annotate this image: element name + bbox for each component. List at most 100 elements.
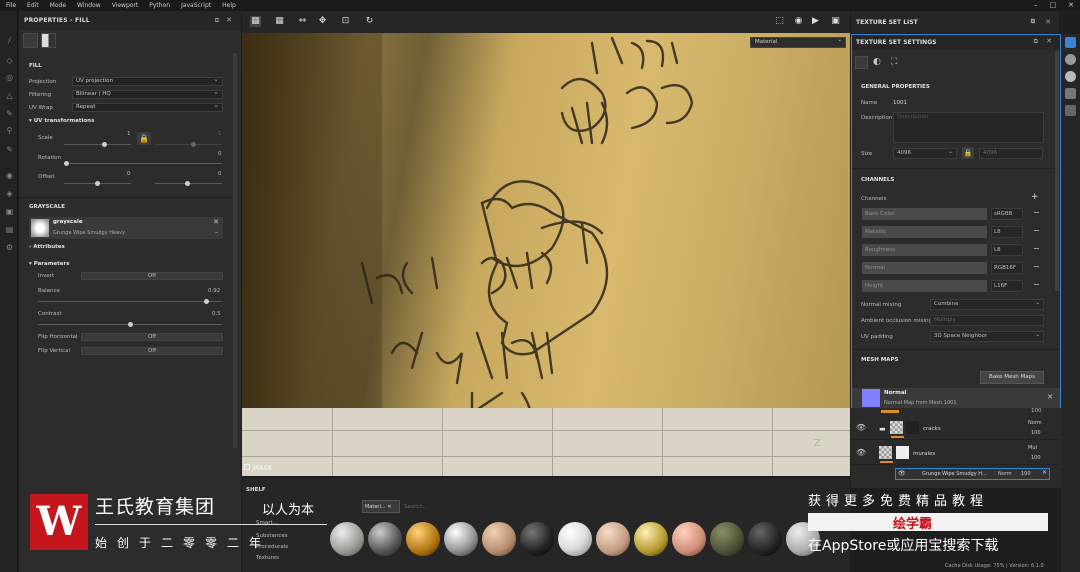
remove-channel-icon[interactable]: −	[1033, 226, 1040, 235]
frame-icon[interactable]: ⊡	[340, 16, 351, 27]
channel-format[interactable]: sRGB8	[991, 208, 1023, 220]
paint-brush-icon[interactable]: /	[5, 36, 14, 45]
normal-mixing-select[interactable]: Combine ⌄	[930, 299, 1044, 310]
geometry-mask-icon[interactable]: △	[5, 91, 14, 100]
projection-select[interactable]: UV projection	[72, 76, 223, 86]
material-thumbnail[interactable]	[558, 522, 592, 556]
invert-toggle[interactable]: Off	[81, 272, 223, 280]
remove-resource-icon[interactable]: ✕	[213, 218, 219, 226]
material-thumbnail[interactable]	[482, 522, 516, 556]
projection-icon[interactable]: ◎	[5, 73, 14, 82]
remove-mesh-map-icon[interactable]: ✕	[1047, 393, 1053, 401]
channel-name[interactable]: Height	[862, 280, 987, 292]
remove-channel-icon[interactable]: −	[1033, 280, 1040, 289]
channel-format[interactable]: L16F	[991, 280, 1023, 292]
history-icon[interactable]: ↻	[364, 16, 375, 27]
menu-window[interactable]: Window	[77, 2, 101, 9]
selection-mode-icon[interactable]: ⬚	[774, 16, 785, 27]
float-tsl-icon[interactable]: ⧉	[1031, 18, 1035, 26]
polygon-fill-icon[interactable]: ◉	[5, 171, 14, 180]
viewport-3d[interactable]: Material ⌄ Z ‹	[242, 33, 850, 476]
channel-format[interactable]: L8	[991, 244, 1023, 256]
material-thumbnail[interactable]	[672, 522, 706, 556]
material-thumbnail[interactable]	[406, 522, 440, 556]
close-tss-icon[interactable]: ✕	[1046, 37, 1052, 45]
properties-scrollbar[interactable]	[233, 53, 237, 448]
parameters-header[interactable]: ▾ Parameters	[29, 261, 70, 267]
tab-uv-icon[interactable]: ⛶	[891, 57, 897, 67]
menu-edit[interactable]: Edit	[27, 2, 39, 9]
size-lock-icon[interactable]: 🔒	[962, 147, 974, 159]
eraser-icon[interactable]: ◇	[5, 56, 14, 65]
layer-opacity[interactable]: 100	[1031, 455, 1041, 461]
menu-help[interactable]: Help	[222, 2, 236, 9]
float-icon[interactable]: ⧉	[215, 17, 219, 25]
texture-set-settings-icon[interactable]	[1065, 37, 1076, 48]
menu-viewport[interactable]: Viewport	[112, 2, 139, 9]
shelf-search-input[interactable]: Search...	[404, 504, 428, 510]
tss-scrollbar[interactable]	[1055, 51, 1059, 291]
channel-name[interactable]: Base Color	[862, 208, 987, 220]
close-icon[interactable]: ✕	[1068, 1, 1074, 9]
material-thumbnail[interactable]	[748, 522, 782, 556]
menu-mode[interactable]: Mode	[50, 2, 66, 9]
viewer-settings-icon[interactable]	[1065, 71, 1076, 82]
close-tsl-icon[interactable]: ✕	[1045, 18, 1051, 26]
tab-bake-icon[interactable]: ◐	[873, 57, 881, 67]
layer-blend-mode[interactable]: Mul	[1028, 445, 1037, 451]
selection-icon[interactable]: ◈	[5, 189, 14, 198]
layer-blend-mode[interactable]: Norm	[1028, 420, 1042, 426]
picker-icon[interactable]: ✎	[5, 145, 14, 154]
mesh-map-row[interactable]: Normal Normal Map from Mesh 1001 ✕	[852, 388, 1060, 408]
uv-grid-icon[interactable]: ▦	[274, 16, 285, 27]
channel-name[interactable]: Metallic	[862, 226, 987, 238]
tab-fill[interactable]	[23, 33, 38, 48]
shader-settings-icon[interactable]	[1065, 88, 1076, 99]
filtering-select[interactable]: Bilinear | HQ	[72, 89, 223, 99]
description-field[interactable]: Description	[893, 112, 1044, 143]
uv-padding-select[interactable]: 3D Space Neighbor ⌄	[930, 331, 1044, 342]
python-icon[interactable]: ▣	[5, 207, 14, 216]
flip-vertical-toggle[interactable]: Off	[81, 347, 223, 355]
rotation-slider-knob[interactable]	[64, 161, 69, 166]
channel-format[interactable]: L8	[991, 226, 1023, 238]
scale-slider[interactable]	[64, 144, 131, 145]
smudge-icon[interactable]: ✎	[5, 109, 14, 118]
offset-u-knob[interactable]	[95, 181, 100, 186]
offset-v-knob[interactable]	[185, 181, 190, 186]
layer-row[interactable]: 👁 ▬ cracks Norm 100	[851, 416, 1061, 440]
material-thumbnail[interactable]	[520, 522, 554, 556]
effect-blend[interactable]: Norm	[998, 471, 1012, 477]
remove-channel-icon[interactable]: −	[1033, 208, 1040, 217]
screenshot-icon[interactable]: ▣	[830, 16, 841, 27]
remove-channel-icon[interactable]: −	[1033, 262, 1040, 271]
material-thumbnail[interactable]	[596, 522, 630, 556]
mirror-icon[interactable]: ✥	[317, 16, 328, 27]
material-thumbnail[interactable]	[330, 522, 364, 556]
display-settings-icon[interactable]	[1065, 54, 1076, 65]
shelf-category[interactable]: Textures	[256, 555, 279, 561]
size-select[interactable]: 4096 ⌄	[893, 148, 957, 159]
material-thumbnail[interactable]	[710, 522, 744, 556]
uvwrap-select[interactable]: Repeat	[72, 102, 223, 112]
menu-file[interactable]: File	[6, 2, 16, 9]
shelf-category[interactable]: Smart...	[256, 520, 278, 526]
layer-row[interactable]: 👁 murales Mul 100	[851, 441, 1061, 465]
flip-horizontal-toggle[interactable]: Off	[81, 333, 223, 341]
eye-icon[interactable]: 👁	[856, 448, 866, 457]
collapse-icon[interactable]: –	[215, 229, 218, 236]
material-thumbnail[interactable]	[368, 522, 402, 556]
layer-effect-row[interactable]: 👁 Grunge Wipe Smudgy H... Norm 100 ✕	[895, 468, 1050, 480]
scale-slider-knob[interactable]	[102, 142, 107, 147]
menu-javascript[interactable]: JavaScript	[181, 2, 211, 9]
rotation-slider[interactable]	[64, 163, 222, 164]
symmetry-icon[interactable]: ⇔	[297, 16, 308, 27]
float-tss-icon[interactable]: ⧉	[1034, 38, 1038, 46]
camera-icon[interactable]: ▶	[810, 16, 821, 27]
channel-name[interactable]: Roughness	[862, 244, 987, 256]
remove-channel-icon[interactable]: −	[1033, 244, 1040, 253]
camera-nav-icon[interactable]: ‹	[825, 445, 829, 455]
attributes-header[interactable]: › Attributes	[29, 244, 65, 250]
channel-name[interactable]: Normal	[862, 262, 987, 274]
material-thumbnail[interactable]	[634, 522, 668, 556]
